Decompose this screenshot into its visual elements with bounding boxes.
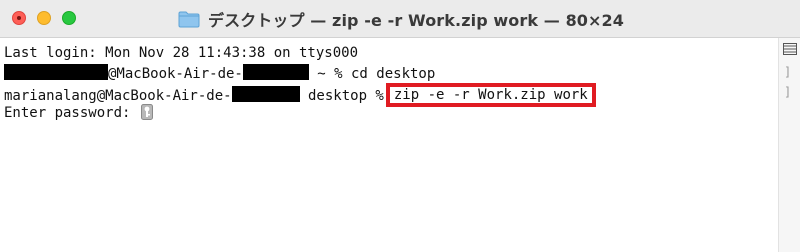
prompt: desktop % — [299, 88, 384, 104]
redacted-hostname — [242, 64, 309, 80]
user-host-prefix: marianalang@MacBook-Air-de- — [4, 88, 232, 104]
hostname-prefix: @MacBook-Air-de- — [108, 66, 243, 82]
last-login-line: Last login: Mon Nov 28 11:43:38 on ttys0… — [4, 45, 359, 61]
terminal-window: デスクトップ — zip -e -r Work.zip work — 80×24… — [0, 0, 800, 252]
title-bar[interactable]: デスクトップ — zip -e -r Work.zip work — 80×24 — [0, 0, 800, 38]
minimize-button[interactable] — [37, 11, 51, 25]
window-title: デスクトップ — zip -e -r Work.zip work — 80×24 — [208, 11, 625, 30]
window-title-group: デスクトップ — zip -e -r Work.zip work — 80×24 — [178, 8, 624, 30]
maximize-button[interactable] — [62, 11, 76, 25]
key-icon — [140, 104, 153, 120]
cd-command: ~ % cd desktop — [308, 66, 436, 82]
folder-icon — [178, 11, 200, 28]
line-marker: ] — [784, 85, 792, 99]
highlighted-command: zip -e -r Work.zip work — [385, 83, 596, 107]
terminal-output[interactable]: Last login: Mon Nov 28 11:43:38 on ttys0… — [0, 38, 778, 252]
split-pane-gutter[interactable]: ] ] — [778, 38, 800, 252]
zip-command-line: marianalang@MacBook-Air-de- desktop % zip… — [4, 83, 596, 107]
line-marker: ] — [784, 65, 792, 79]
cd-command-line: @MacBook-Air-de- ~ % cd desktop — [4, 64, 435, 82]
split-pane-icon[interactable] — [783, 43, 797, 55]
password-prompt: Enter password: — [4, 105, 139, 121]
redacted-username — [4, 64, 108, 80]
redacted-hostname — [231, 86, 300, 102]
close-button[interactable] — [12, 11, 26, 25]
password-prompt-line[interactable]: Enter password: — [4, 104, 153, 122]
